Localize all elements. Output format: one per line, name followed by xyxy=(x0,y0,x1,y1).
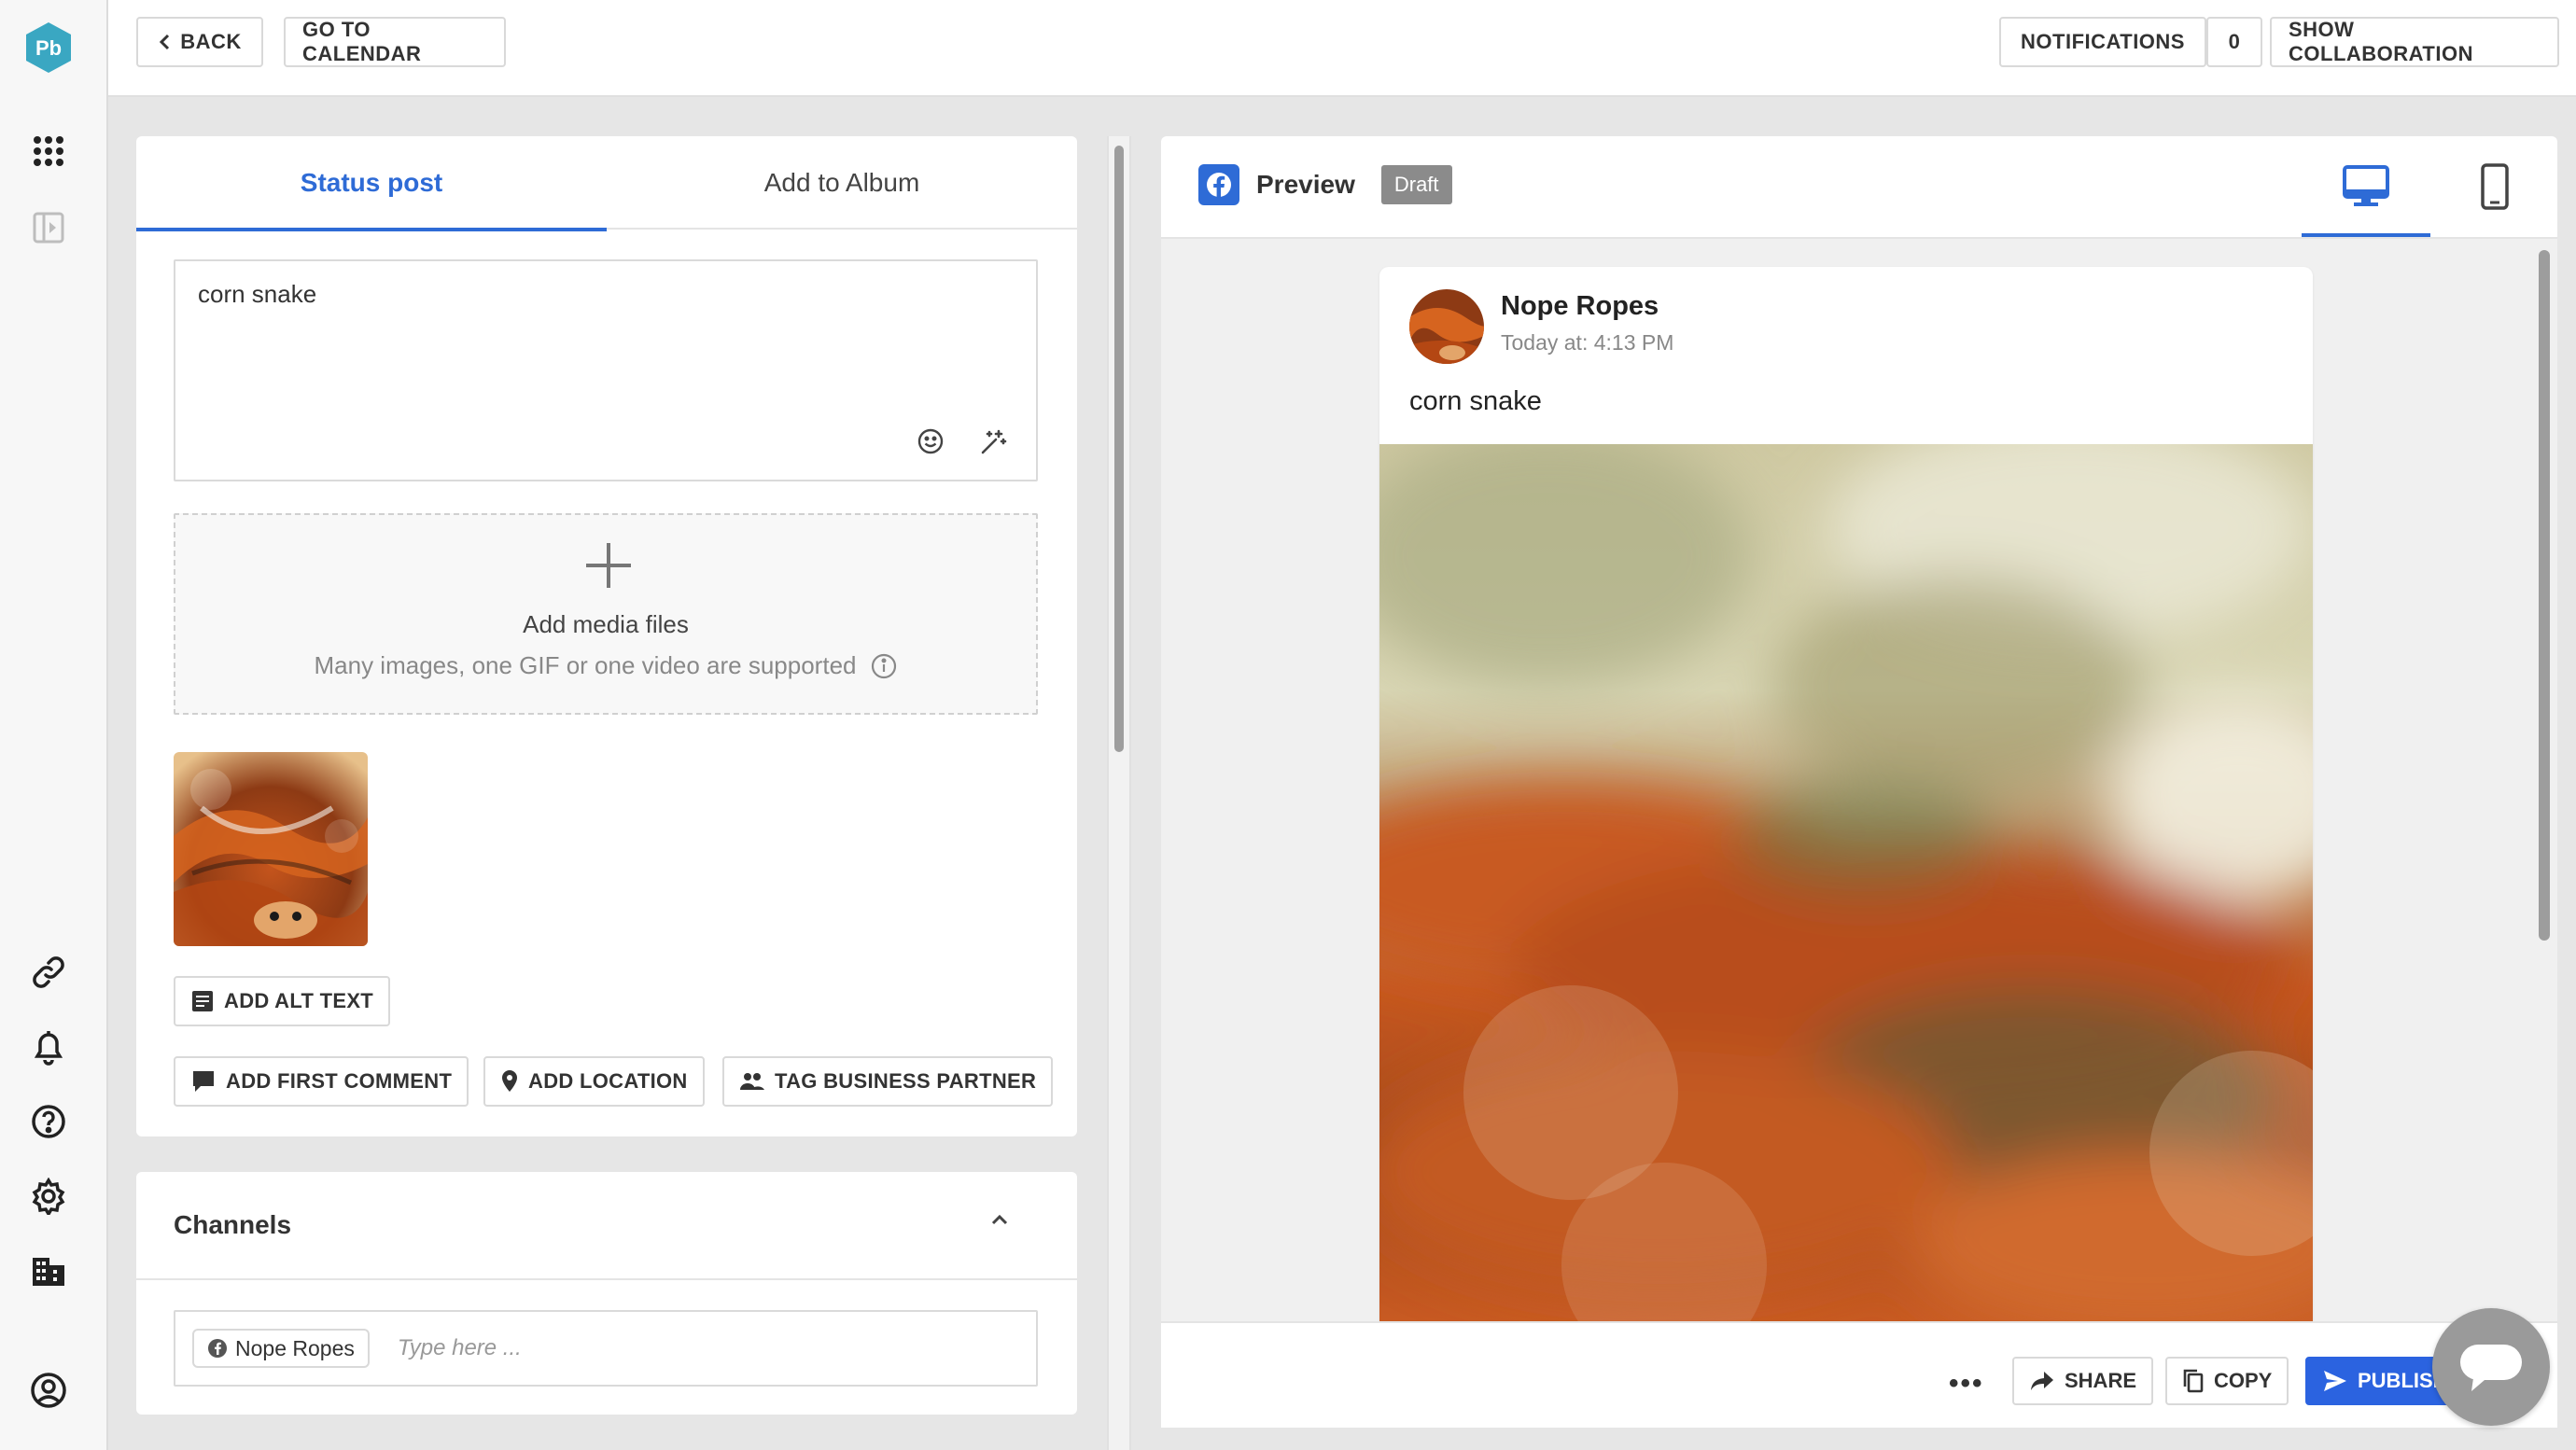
post-message: corn snake xyxy=(1409,386,1542,416)
post-media-image xyxy=(1379,444,2313,1321)
logo-text: Pb xyxy=(35,36,62,60)
preview-actions: ••• SHARE COPY PUBLISH xyxy=(1161,1321,2557,1428)
nav-rail: Pb xyxy=(0,0,108,1450)
share-arrow-icon xyxy=(2031,1372,2053,1390)
notifications-label: NOTIFICATIONS xyxy=(2021,30,2185,53)
partner-label: TAG BUSINESS PARTNER xyxy=(775,1069,1037,1093)
post-text-input[interactable]: corn snake xyxy=(174,259,1038,481)
facebook-post-preview: Nope Ropes Today at: 4:13 PM corn snake xyxy=(1379,267,2313,1321)
mobile-view-tab[interactable] xyxy=(2430,136,2559,237)
dropzone-hint-row: Many images, one GIF or one video are su… xyxy=(175,651,1036,680)
post-timestamp: Today at: 4:13 PM xyxy=(1501,330,1674,355)
notifications-button[interactable]: NOTIFICATIONS xyxy=(1999,17,2206,67)
settings-gear-icon[interactable] xyxy=(28,1176,69,1217)
media-thumbnail[interactable] xyxy=(174,752,368,946)
share-button[interactable]: SHARE xyxy=(2012,1357,2154,1405)
text-tools xyxy=(917,427,1008,457)
alt-text-label: ADD ALT TEXT xyxy=(224,989,374,1012)
tab-add-to-album[interactable]: Add to Album xyxy=(607,136,1077,230)
comment-icon xyxy=(193,1071,214,1092)
back-button[interactable]: BACK xyxy=(136,17,263,67)
editor-scrollbar[interactable] xyxy=(1107,136,1131,1450)
people-icon xyxy=(740,1073,764,1090)
preview-panel: Preview Draft Nope Ropes Today at: 4:13 … xyxy=(1161,136,2557,1428)
building-icon[interactable] xyxy=(28,1250,69,1291)
app-logo[interactable]: Pb xyxy=(24,21,73,75)
status-badge: Draft xyxy=(1380,165,1452,204)
avatar xyxy=(1409,289,1484,364)
location-pin-icon xyxy=(502,1070,517,1092)
chevron-left-icon xyxy=(160,34,170,50)
chat-widget-button[interactable] xyxy=(2432,1308,2550,1426)
tag-business-partner-button[interactable]: TAG BUSINESS PARTNER xyxy=(722,1056,1054,1107)
first-comment-label: ADD FIRST COMMENT xyxy=(226,1069,453,1093)
editor-scrollbar-thumb[interactable] xyxy=(1114,146,1124,752)
add-alt-text-button[interactable]: ADD ALT TEXT xyxy=(174,976,391,1026)
help-icon[interactable] xyxy=(28,1101,69,1142)
copy-label: COPY xyxy=(2214,1369,2273,1392)
go-to-calendar-button[interactable]: GO TO CALENDAR xyxy=(284,17,506,67)
more-options-button[interactable]: ••• xyxy=(1949,1368,1984,1400)
desktop-icon xyxy=(2343,165,2389,206)
desktop-view-tab[interactable] xyxy=(2302,136,2430,237)
post-type-tabs: Status post Add to Album xyxy=(136,136,1077,231)
media-dropzone[interactable]: Add media files Many images, one GIF or … xyxy=(174,513,1038,715)
notifications-count-value: 0 xyxy=(2228,30,2241,53)
account-icon[interactable] xyxy=(28,1370,69,1411)
channels-title: Channels xyxy=(174,1210,292,1239)
emoji-icon[interactable] xyxy=(917,427,945,455)
add-location-button[interactable]: ADD LOCATION xyxy=(483,1056,705,1107)
top-bar: BACK GO TO CALENDAR NOTIFICATIONS 0 SHOW… xyxy=(108,0,2576,97)
channels-panel: Channels Nope Ropes Type here ... xyxy=(136,1172,1077,1415)
post-text-value: corn snake xyxy=(198,280,317,308)
preview-title-row: Preview Draft xyxy=(1198,164,1452,205)
mobile-phone-icon xyxy=(2481,163,2509,210)
channel-chip[interactable]: Nope Ropes xyxy=(192,1329,370,1368)
facebook-icon xyxy=(1198,164,1239,205)
channels-input[interactable]: Nope Ropes Type here ... xyxy=(174,1310,1038,1387)
post-editor: Status post Add to Album corn snake Add … xyxy=(136,136,1077,1136)
preview-header: Preview Draft xyxy=(1161,136,2557,239)
info-icon[interactable] xyxy=(870,652,898,680)
sidebar-toggle-icon[interactable] xyxy=(28,207,69,248)
magic-wand-icon[interactable] xyxy=(978,427,1008,457)
collab-label: SHOW COLLABORATION xyxy=(2289,18,2473,65)
post-author: Nope Ropes xyxy=(1501,291,1659,321)
preview-title: Preview xyxy=(1256,170,1355,199)
app-root: Pb BACK GO TO CALENDAR NOTIFICATIONS 0 S… xyxy=(0,0,2576,1450)
preview-canvas: Nope Ropes Today at: 4:13 PM corn snake xyxy=(1161,239,2557,1321)
channel-chip-label: Nope Ropes xyxy=(235,1335,355,1360)
notifications-count[interactable]: 0 xyxy=(2206,17,2262,67)
channels-placeholder: Type here ... xyxy=(397,1335,522,1360)
chevron-up-icon[interactable] xyxy=(989,1213,1010,1226)
location-label: ADD LOCATION xyxy=(528,1069,688,1093)
show-collaboration-button[interactable]: SHOW COLLABORATION xyxy=(2270,17,2559,67)
preview-scrollbar-thumb[interactable] xyxy=(2539,250,2550,941)
copy-button[interactable]: COPY xyxy=(2165,1357,2289,1405)
notes-icon xyxy=(192,991,213,1011)
channels-header[interactable]: Channels xyxy=(136,1172,1077,1280)
tab-status-post[interactable]: Status post xyxy=(136,136,607,231)
plus-icon xyxy=(586,543,631,588)
copy-icon xyxy=(2183,1369,2204,1393)
send-icon xyxy=(2324,1371,2346,1391)
add-first-comment-button[interactable]: ADD FIRST COMMENT xyxy=(174,1056,469,1107)
link-icon[interactable] xyxy=(28,952,69,993)
chat-bubble-icon xyxy=(2460,1345,2522,1391)
dropzone-hint: Many images, one GIF or one video are su… xyxy=(314,651,857,679)
apps-grid-icon[interactable] xyxy=(28,131,69,172)
dropzone-title: Add media files xyxy=(523,610,689,638)
facebook-icon xyxy=(208,1339,227,1358)
calendar-label: GO TO CALENDAR xyxy=(302,18,422,65)
bell-icon[interactable] xyxy=(28,1026,69,1067)
share-label: SHARE xyxy=(2065,1369,2137,1392)
back-label: BACK xyxy=(180,30,242,53)
